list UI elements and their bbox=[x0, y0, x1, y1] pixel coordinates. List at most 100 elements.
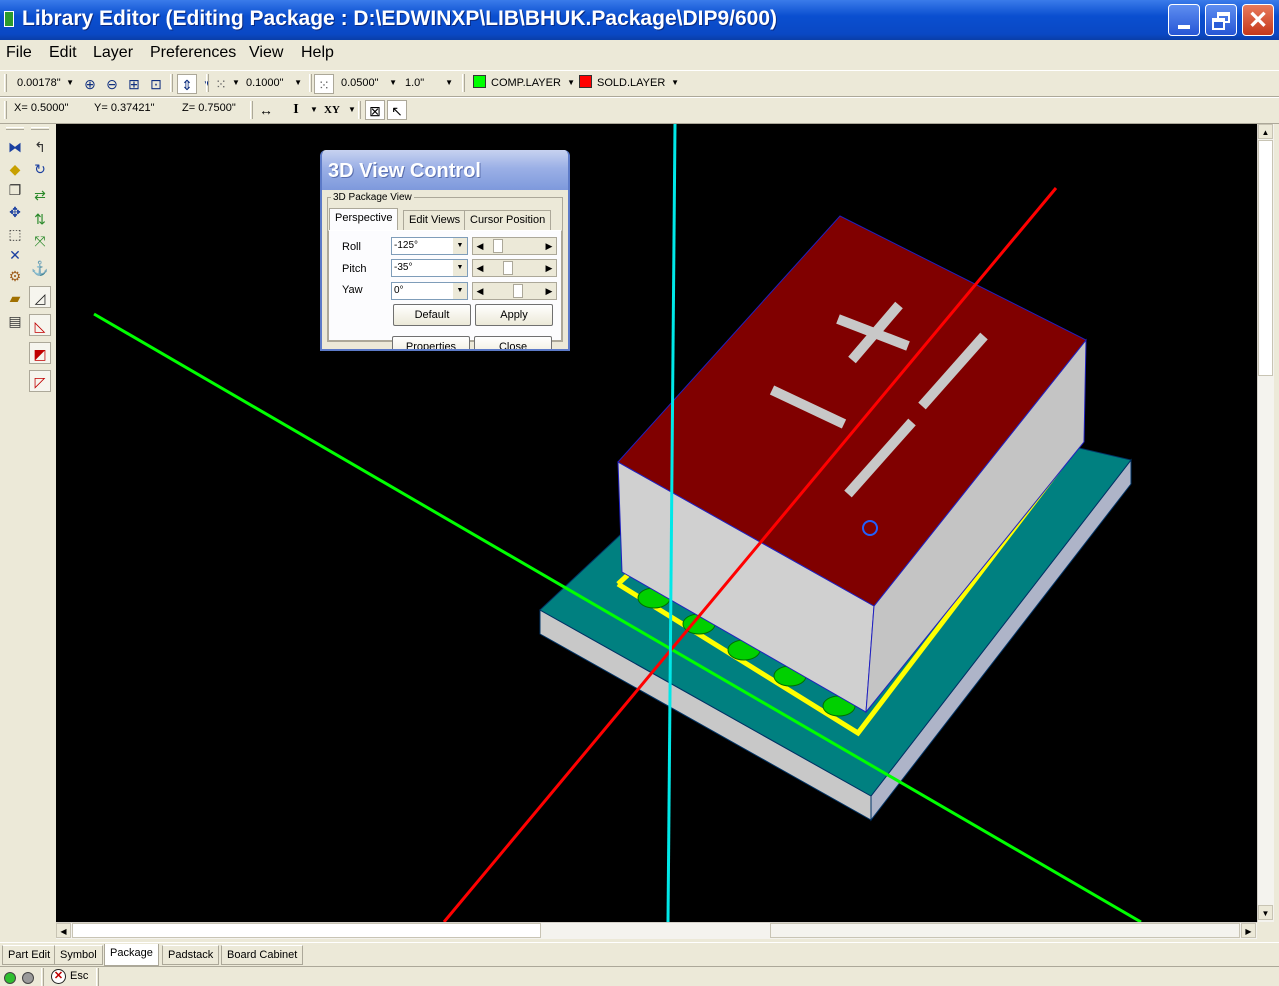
roll-slider[interactable]: ◀ ▶ bbox=[472, 237, 557, 255]
menu-preferences[interactable]: Preferences bbox=[150, 44, 236, 62]
scroll-up-icon[interactable]: ▲ bbox=[1258, 124, 1273, 139]
3d-view-control-dialog: 3D View Control 3D Package View Perspect… bbox=[320, 150, 570, 351]
draw-arc-icon[interactable]: ◸ bbox=[29, 370, 51, 392]
properties-icon[interactable]: ⚙ bbox=[4, 265, 26, 287]
horizontal-scroll-thumb[interactable] bbox=[72, 923, 541, 938]
properties-button[interactable]: Properties bbox=[392, 336, 470, 349]
draw-shape-icon[interactable]: ◺ bbox=[29, 314, 51, 336]
dialog-title-bar[interactable]: 3D View Control bbox=[322, 150, 568, 190]
sold-layer-combo[interactable]: SOLD.LAYER ▼ bbox=[593, 74, 681, 94]
minimize-icon bbox=[1178, 25, 1190, 29]
tab-padstack[interactable]: Padstack bbox=[162, 945, 220, 965]
toolbar-separator bbox=[358, 101, 361, 119]
tab-cursor-position[interactable]: Cursor Position bbox=[464, 210, 552, 230]
minimize-button[interactable] bbox=[1168, 4, 1200, 36]
move-icon[interactable]: ✥ bbox=[4, 201, 26, 223]
menu-file[interactable]: File bbox=[6, 44, 32, 62]
draw-line-icon[interactable]: ◿ bbox=[29, 286, 51, 308]
pitch-combo[interactable]: -35° ▼ bbox=[391, 259, 468, 277]
copy-icon[interactable]: ❐ bbox=[4, 179, 26, 201]
status-separator bbox=[96, 968, 99, 986]
menu-edit[interactable]: Edit bbox=[49, 44, 77, 62]
redraw-icon[interactable]: ⇕ bbox=[177, 74, 197, 94]
flip-icon[interactable]: ⤧ bbox=[29, 230, 51, 252]
yaw-label: Yaw bbox=[342, 284, 363, 296]
scroll-left-icon[interactable]: ◀ bbox=[56, 923, 71, 938]
default-button[interactable]: Default bbox=[393, 304, 471, 326]
highlight-icon[interactable]: ◆ bbox=[4, 158, 26, 180]
roll-combo[interactable]: -125° ▼ bbox=[391, 237, 468, 255]
undo-icon[interactable]: ↰ bbox=[29, 136, 51, 158]
tab-board-cabinet[interactable]: Board Cabinet bbox=[221, 945, 304, 965]
toolbar-separator bbox=[206, 74, 209, 92]
grid-size-combo[interactable]: ▼ 0.1000" ▼ bbox=[232, 74, 304, 94]
tab-perspective[interactable]: Perspective bbox=[329, 208, 399, 231]
zoom-out-icon[interactable]: ⊖ bbox=[102, 74, 122, 94]
text-tool-button[interactable]: I bbox=[286, 100, 306, 120]
select-icon[interactable]: ⧓ bbox=[4, 136, 26, 158]
x-coordinate: X= 0.5000" bbox=[14, 102, 69, 114]
mirror-y-icon[interactable]: ⇅ bbox=[29, 208, 51, 230]
delete-icon[interactable]: ✕ bbox=[4, 244, 26, 266]
text-tool-dropdown-icon[interactable]: ▼ bbox=[304, 100, 324, 120]
close-button[interactable]: ✕ bbox=[1242, 4, 1274, 36]
esc-label: Esc bbox=[70, 970, 89, 982]
save-file-icon[interactable]: ▤ bbox=[4, 310, 26, 332]
yaw-combo[interactable]: 0° ▼ bbox=[391, 282, 468, 300]
editor-tabs: Part Edit Symbol Package Padstack Board … bbox=[0, 942, 1279, 966]
yaw-slider[interactable]: ◀ ▶ bbox=[472, 282, 557, 300]
menu-help[interactable]: Help bbox=[301, 44, 334, 62]
tab-package[interactable]: Package bbox=[104, 944, 159, 966]
comp-layer-combo[interactable]: COMP.LAYER ▼ bbox=[487, 74, 577, 94]
esc-icon[interactable]: ✕ bbox=[51, 969, 66, 984]
measure-icon[interactable]: ↔ bbox=[256, 100, 276, 120]
zoom-in-icon[interactable]: ⊕ bbox=[80, 74, 100, 94]
mirror-x-icon[interactable]: ⇄ bbox=[29, 184, 51, 206]
horizontal-scroll-track[interactable] bbox=[770, 923, 1240, 938]
zoom-fit-icon[interactable]: ⊡ bbox=[146, 74, 166, 94]
coordinate-toolbar: X= 0.5000" Y= 0.37421" Z= 0.7500" ↔ I ▼ … bbox=[0, 97, 1279, 124]
apply-button[interactable]: Apply bbox=[475, 304, 553, 326]
tab-part-edit[interactable]: Part Edit bbox=[2, 945, 57, 965]
anchor-icon[interactable]: ⚓ bbox=[29, 257, 51, 279]
group-label: 3D Package View bbox=[331, 192, 414, 203]
open-folder-icon[interactable]: ▰ bbox=[4, 287, 26, 309]
grid-icon[interactable]: ⁙ bbox=[211, 74, 231, 94]
select-mode-icon[interactable]: ⊠ bbox=[365, 100, 385, 120]
zoom-window-icon[interactable]: ⊞ bbox=[124, 74, 144, 94]
close-icon: ✕ bbox=[1247, 7, 1269, 34]
menu-bar: File Edit Layer Preferences View Help bbox=[0, 40, 1279, 68]
tab-edit-views[interactable]: Edit Views bbox=[403, 210, 467, 230]
pitch-slider[interactable]: ◀ ▶ bbox=[472, 259, 557, 277]
menu-layer[interactable]: Layer bbox=[93, 44, 133, 62]
scale-combo[interactable]: 1.0" ▼ bbox=[401, 74, 455, 94]
status-separator bbox=[41, 968, 44, 986]
xy-tool-button[interactable]: XY bbox=[322, 100, 342, 120]
tab-symbol[interactable]: Symbol bbox=[54, 945, 103, 965]
toolbar-separator bbox=[250, 101, 253, 119]
draw-pad-icon[interactable]: ◩ bbox=[29, 342, 51, 364]
rotate-icon[interactable]: ↻ bbox=[29, 158, 51, 180]
3d-viewport[interactable]: 3D View Control 3D Package View Perspect… bbox=[56, 124, 1257, 922]
zoom-step-combo[interactable]: 0.00178" ▼ bbox=[13, 74, 76, 94]
status-off-indicator-icon bbox=[22, 972, 34, 984]
toolbar-grip bbox=[4, 74, 7, 92]
dialog-close-button[interactable]: Close bbox=[474, 336, 552, 349]
scroll-right-icon[interactable]: ▶ bbox=[1241, 923, 1256, 938]
dialog-title: 3D View Control bbox=[328, 160, 481, 182]
menu-view[interactable]: View bbox=[249, 44, 283, 62]
vertical-scroll-thumb[interactable] bbox=[1258, 140, 1273, 376]
horizontal-scrollbar[interactable]: ◀ ▶ bbox=[56, 922, 1257, 939]
snap-grid-icon[interactable]: ⁙ bbox=[314, 74, 334, 94]
stretch-icon[interactable]: ⬚ bbox=[4, 223, 26, 245]
vertical-scrollbar[interactable]: ▲ ▼ bbox=[1257, 124, 1274, 922]
scroll-down-icon[interactable]: ▼ bbox=[1258, 905, 1273, 920]
restore-button[interactable] bbox=[1205, 4, 1237, 36]
pointer-mode-icon[interactable]: ↖ bbox=[387, 100, 407, 120]
palette-grip bbox=[31, 127, 49, 130]
snap-size-combo[interactable]: 0.0500" ▼ bbox=[337, 74, 399, 94]
status-bar: ✕ Esc bbox=[0, 966, 1279, 986]
status-on-indicator-icon bbox=[4, 972, 16, 984]
comp-layer-swatch bbox=[473, 75, 486, 88]
app-icon bbox=[4, 11, 14, 27]
